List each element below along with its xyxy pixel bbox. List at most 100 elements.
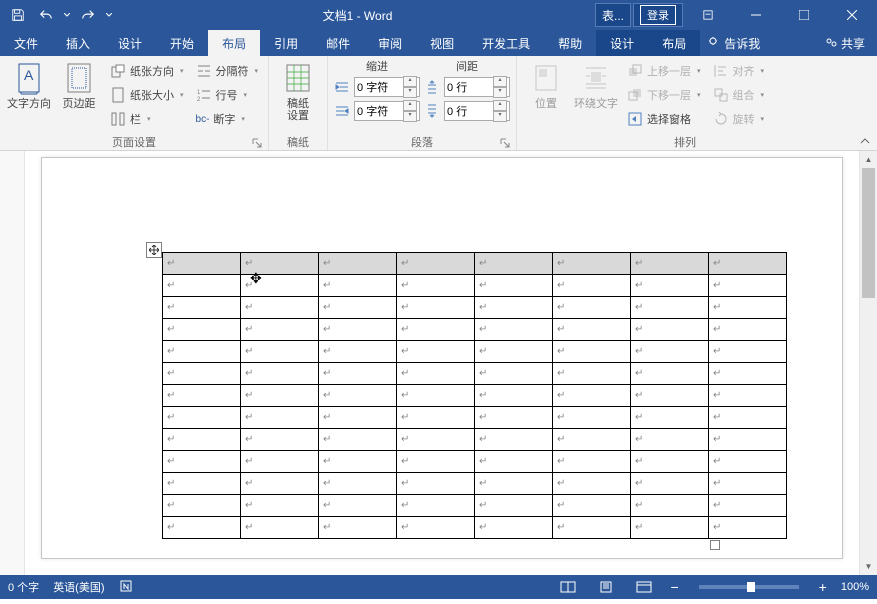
table-cell[interactable]: ↵	[709, 407, 787, 429]
table-cell[interactable]: ↵	[631, 253, 709, 275]
table-tools-context[interactable]: 表...	[595, 3, 631, 27]
table-cell[interactable]: ↵	[553, 407, 631, 429]
table-cell[interactable]: ↵	[319, 275, 397, 297]
space-after-spinner[interactable]: 0 行▴▾	[424, 100, 510, 122]
table-cell[interactable]: ↵	[631, 319, 709, 341]
word-count[interactable]: 0 个字	[8, 579, 39, 595]
hyphenation-button[interactable]: bc‑断字▾	[192, 108, 263, 130]
table-cell[interactable]: ↵	[475, 341, 553, 363]
table-cell[interactable]: ↵	[319, 253, 397, 275]
table-cell[interactable]: ↵	[241, 429, 319, 451]
table-cell[interactable]: ↵	[319, 407, 397, 429]
table-cell[interactable]: ↵	[241, 253, 319, 275]
table-cell[interactable]: ↵	[475, 319, 553, 341]
table-cell[interactable]: ↵	[553, 517, 631, 539]
size-button[interactable]: 纸张大小▾	[106, 84, 188, 106]
table-cell[interactable]: ↵	[241, 407, 319, 429]
maximize-button[interactable]	[781, 0, 827, 30]
table-cell[interactable]: ↵	[163, 297, 241, 319]
table-cell[interactable]: ↵	[709, 385, 787, 407]
table-move-handle[interactable]	[146, 242, 162, 258]
table-cell[interactable]: ↵	[397, 275, 475, 297]
zoom-level[interactable]: 100%	[841, 581, 869, 593]
vertical-scrollbar[interactable]: ▲ ▼	[859, 151, 877, 575]
table-cell[interactable]: ↵	[631, 495, 709, 517]
web-layout-button[interactable]	[632, 578, 656, 596]
space-before-spinner[interactable]: 0 行▴▾	[424, 76, 510, 98]
table-cell[interactable]: ↵	[553, 429, 631, 451]
page-container[interactable]: ↵↵↵↵↵↵↵↵↵↵↵↵↵↵↵↵↵↵↵↵↵↵↵↵↵↵↵↵↵↵↵↵↵↵↵↵↵↵↵↵…	[25, 151, 859, 575]
table-cell[interactable]: ↵	[475, 451, 553, 473]
table-cell[interactable]: ↵	[397, 385, 475, 407]
close-button[interactable]	[829, 0, 875, 30]
paragraph-dialog-launcher[interactable]	[500, 138, 510, 148]
read-mode-button[interactable]	[556, 578, 580, 596]
table-cell[interactable]: ↵	[631, 429, 709, 451]
table-cell[interactable]: ↵	[553, 473, 631, 495]
tab-view[interactable]: 视图	[416, 30, 468, 56]
tab-design[interactable]: 设计	[104, 30, 156, 56]
table-cell[interactable]: ↵	[241, 319, 319, 341]
login-button[interactable]: 登录	[633, 3, 683, 27]
table-cell[interactable]: ↵	[397, 319, 475, 341]
table-cell[interactable]: ↵	[709, 517, 787, 539]
table-cell[interactable]: ↵	[475, 275, 553, 297]
table-cell[interactable]: ↵	[631, 341, 709, 363]
table-cell[interactable]: ↵	[553, 275, 631, 297]
orientation-button[interactable]: 纸张方向▾	[106, 60, 188, 82]
table-cell[interactable]: ↵	[397, 495, 475, 517]
table-cell[interactable]: ↵	[163, 517, 241, 539]
redo-button[interactable]	[76, 3, 100, 27]
table-cell[interactable]: ↵	[631, 297, 709, 319]
table-cell[interactable]: ↵	[709, 319, 787, 341]
document-table[interactable]: ↵↵↵↵↵↵↵↵↵↵↵↵↵↵↵↵↵↵↵↵↵↵↵↵↵↵↵↵↵↵↵↵↵↵↵↵↵↵↵↵…	[162, 252, 787, 539]
table-cell[interactable]: ↵	[163, 275, 241, 297]
undo-dropdown[interactable]	[62, 3, 72, 27]
tab-tabletools-layout[interactable]: 布局	[648, 30, 700, 56]
manuscript-settings-button[interactable]: 稿纸 设置	[273, 58, 323, 126]
table-cell[interactable]: ↵	[709, 297, 787, 319]
table-cell[interactable]: ↵	[241, 451, 319, 473]
table-cell[interactable]: ↵	[553, 363, 631, 385]
table-cell[interactable]: ↵	[709, 275, 787, 297]
collapse-ribbon-button[interactable]	[860, 137, 870, 147]
tab-mailings[interactable]: 邮件	[312, 30, 364, 56]
table-cell[interactable]: ↵	[475, 517, 553, 539]
print-layout-button[interactable]	[594, 578, 618, 596]
undo-button[interactable]	[34, 3, 58, 27]
zoom-out-button[interactable]: −	[670, 579, 678, 595]
table-cell[interactable]: ↵	[553, 385, 631, 407]
table-cell[interactable]: ↵	[241, 473, 319, 495]
tell-me[interactable]: 告诉我	[700, 30, 768, 56]
table-cell[interactable]: ↵	[163, 429, 241, 451]
table-cell[interactable]: ↵	[163, 363, 241, 385]
table-cell[interactable]: ↵	[553, 495, 631, 517]
table-cell[interactable]: ↵	[631, 451, 709, 473]
columns-button[interactable]: 栏▾	[106, 108, 188, 130]
table-cell[interactable]: ↵	[241, 385, 319, 407]
share-button[interactable]: 共享	[813, 30, 877, 56]
table-cell[interactable]: ↵	[319, 451, 397, 473]
table-cell[interactable]: ↵	[397, 341, 475, 363]
table-cell[interactable]: ↵	[475, 429, 553, 451]
table-cell[interactable]: ↵	[163, 473, 241, 495]
scroll-up-button[interactable]: ▲	[860, 151, 877, 168]
table-cell[interactable]: ↵	[397, 517, 475, 539]
table-cell[interactable]: ↵	[553, 319, 631, 341]
tab-review[interactable]: 审阅	[364, 30, 416, 56]
table-cell[interactable]: ↵	[163, 407, 241, 429]
tab-insert[interactable]: 插入	[52, 30, 104, 56]
table-cell[interactable]: ↵	[241, 495, 319, 517]
position-button[interactable]: 位置	[521, 58, 571, 114]
page-setup-dialog-launcher[interactable]	[252, 138, 262, 148]
table-cell[interactable]: ↵	[319, 473, 397, 495]
margins-button[interactable]: 页边距	[54, 58, 104, 114]
table-cell[interactable]: ↵	[241, 363, 319, 385]
table-cell[interactable]: ↵	[553, 451, 631, 473]
table-cell[interactable]: ↵	[241, 275, 319, 297]
table-cell[interactable]: ↵	[319, 429, 397, 451]
table-cell[interactable]: ↵	[319, 319, 397, 341]
table-cell[interactable]: ↵	[475, 407, 553, 429]
table-cell[interactable]: ↵	[709, 473, 787, 495]
scroll-thumb[interactable]	[862, 168, 875, 298]
